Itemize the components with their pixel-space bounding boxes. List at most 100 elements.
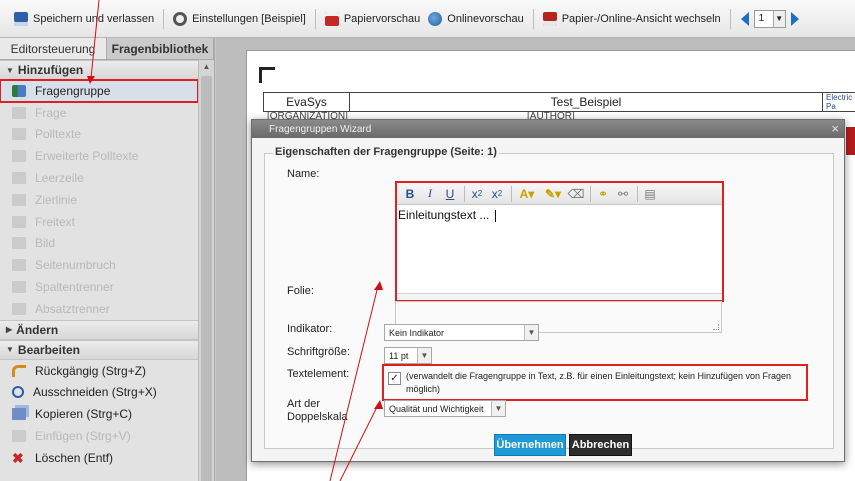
item-label: Kopieren (Strg+C) <box>35 407 133 422</box>
toolbar-separator <box>532 8 534 29</box>
gear-icon <box>173 11 188 26</box>
editor-text: Einleitungstext ... <box>398 208 493 222</box>
item-label: Einfügen (Strg+V) <box>35 429 131 444</box>
textelement-option: ✓ (verwandelt die Fragengruppe in Text, … <box>382 364 808 401</box>
double-scale-select[interactable]: Qualität und Wichtigkeit ▼ <box>384 400 506 417</box>
add-page-break: Seitenumbruch <box>0 254 198 276</box>
apply-button[interactable]: Übernehmen <box>494 434 566 456</box>
paper-preview-label: Papiervorschau <box>343 12 421 25</box>
cancel-button[interactable]: Abbrechen <box>569 434 632 456</box>
tab-question-library[interactable]: Fragenbibliothek <box>107 38 214 59</box>
add-free-text: Freitext <box>0 211 198 233</box>
underline-icon[interactable]: U <box>441 185 459 203</box>
page-select[interactable]: 1 ▼ <box>753 9 786 28</box>
chevron-down-icon: ▼ <box>491 401 505 416</box>
italic-icon[interactable]: I <box>421 185 439 203</box>
item-label: Frage <box>35 105 67 120</box>
panel-tabs: Editorsteuerung Fragenbibliothek <box>0 38 214 60</box>
globe-icon <box>428 11 443 26</box>
indikator-select[interactable]: Kein Indikator ▼ <box>384 324 539 341</box>
dialog-titlebar[interactable]: Fragengruppen Wizard × <box>252 120 844 138</box>
editor-separator <box>637 185 638 202</box>
panel-scrollbar[interactable]: ▲ <box>198 60 214 481</box>
paste-icon[interactable]: ▤ <box>641 185 659 203</box>
doc-cell-title: Test_Beispiel <box>349 92 823 112</box>
line-icon <box>12 193 26 206</box>
doc-cell-evasys: EvaSys <box>263 92 350 112</box>
crop-mark <box>259 67 275 83</box>
delete-item[interactable]: ✖ Löschen (Entf) <box>0 447 198 469</box>
settings-button[interactable]: Einstellungen [Beispiel] <box>169 7 310 31</box>
online-preview-button[interactable]: Onlinevorschau <box>424 7 527 31</box>
textelement-checkbox[interactable]: ✓ <box>388 372 401 385</box>
main-toolbar: Speichern und verlassen Einstellungen [B… <box>0 0 855 38</box>
editor-separator <box>464 185 465 202</box>
close-icon[interactable]: × <box>831 121 839 136</box>
switch-view-button[interactable]: Papier-/Online-Ansicht wechseln <box>539 7 725 31</box>
highlight-icon[interactable]: ✎▾ <box>541 185 565 203</box>
empty-line-icon <box>12 172 26 185</box>
chevron-down-icon: ▼ <box>524 325 538 340</box>
undo-icon <box>12 364 26 377</box>
add-question-group[interactable]: Fragengruppe <box>0 79 198 103</box>
section-add-header[interactable]: ▼ Hinzufügen <box>0 60 198 80</box>
scroll-up-icon[interactable]: ▲ <box>199 60 214 74</box>
paper-preview-button[interactable]: Papiervorschau <box>321 7 424 31</box>
text-cursor <box>494 209 496 222</box>
superscript-icon[interactable]: x2 <box>488 185 506 203</box>
section-change-header[interactable]: ▶ Ändern <box>0 319 198 340</box>
triangle-down-icon: ▼ <box>6 65 14 75</box>
subscript-icon[interactable]: x2 <box>468 185 486 203</box>
item-label: Rückgängig (Strg+Z) <box>35 363 147 378</box>
left-panel: Editorsteuerung Fragenbibliothek ▼ Hinzuf… <box>0 38 215 481</box>
copy-item[interactable]: Kopieren (Strg+C) <box>0 403 198 425</box>
add-extended-poll-texts: Erweiterte Polltexte <box>0 145 198 167</box>
font-size-select[interactable]: 11 pt ▼ <box>384 347 432 364</box>
panel-body: ▼ Hinzufügen Fragengruppe Frage Polltexte… <box>0 60 198 481</box>
question-icon <box>12 106 26 119</box>
unlink-icon[interactable]: ⚯ <box>614 185 632 203</box>
item-label: Löschen (Entf) <box>35 450 114 465</box>
bold-icon[interactable]: B <box>401 185 419 203</box>
prev-page-icon[interactable] <box>740 11 749 26</box>
item-label: Fragengruppe <box>35 83 111 98</box>
triangle-right-icon: ▶ <box>6 325 13 335</box>
save-exit-button[interactable]: Speichern und verlassen <box>10 7 158 31</box>
toolbar-separator <box>163 8 165 29</box>
dialog-title: Fragengruppen Wizard <box>269 123 372 135</box>
switch-view-icon <box>542 11 557 26</box>
editor-content[interactable]: Einleitungstext ... <box>397 205 722 225</box>
doc-cell-logo: Electric Pa <box>822 92 855 112</box>
editor-statusbar <box>397 293 722 300</box>
name-rich-text-editor[interactable]: B I U x2 x2 A▾ ✎▾ ⌫ ⚭ ⚯ ▤ Einleitungstex… <box>395 181 724 302</box>
item-label: Bild <box>35 236 56 251</box>
column-divider-icon <box>12 281 26 294</box>
resize-grip-icon[interactable] <box>713 324 719 330</box>
switch-view-label: Papier-/Online-Ansicht wechseln <box>561 12 721 25</box>
fieldset-legend: Eigenschaften der Fragengruppe (Seite: 1… <box>273 146 499 158</box>
toolbar-separator <box>729 8 731 29</box>
folie-label: Folie: <box>287 285 314 297</box>
paragraph-divider-icon <box>12 302 26 315</box>
section-edit-header[interactable]: ▼ Bearbeiten <box>0 339 198 360</box>
scrollbar-thumb[interactable] <box>201 76 212 481</box>
add-ornament-line: Zierlinie <box>0 189 198 211</box>
triangle-down-icon: ▼ <box>6 345 14 355</box>
clear-format-icon[interactable]: ⌫ <box>567 185 585 203</box>
name-label: Name: <box>287 168 320 180</box>
cut-item[interactable]: Ausschneiden (Strg+X) <box>0 382 198 404</box>
add-paragraph-divider: Absatztrenner <box>0 298 198 320</box>
next-page-icon[interactable] <box>790 11 799 26</box>
item-label: Absatztrenner <box>35 301 110 316</box>
link-icon[interactable]: ⚭ <box>594 185 612 203</box>
copy-icon <box>12 408 26 421</box>
image-icon <box>12 237 26 250</box>
text-color-icon[interactable]: A▾ <box>515 185 539 203</box>
text-icon <box>12 128 26 141</box>
undo-item[interactable]: Rückgängig (Strg+Z) <box>0 360 198 382</box>
section-add-label: Hinzufügen <box>17 63 84 77</box>
editor-separator <box>590 185 591 202</box>
add-column-divider: Spaltentrenner <box>0 276 198 298</box>
tab-editor-control[interactable]: Editorsteuerung <box>0 38 107 59</box>
item-label: Freitext <box>35 214 76 229</box>
